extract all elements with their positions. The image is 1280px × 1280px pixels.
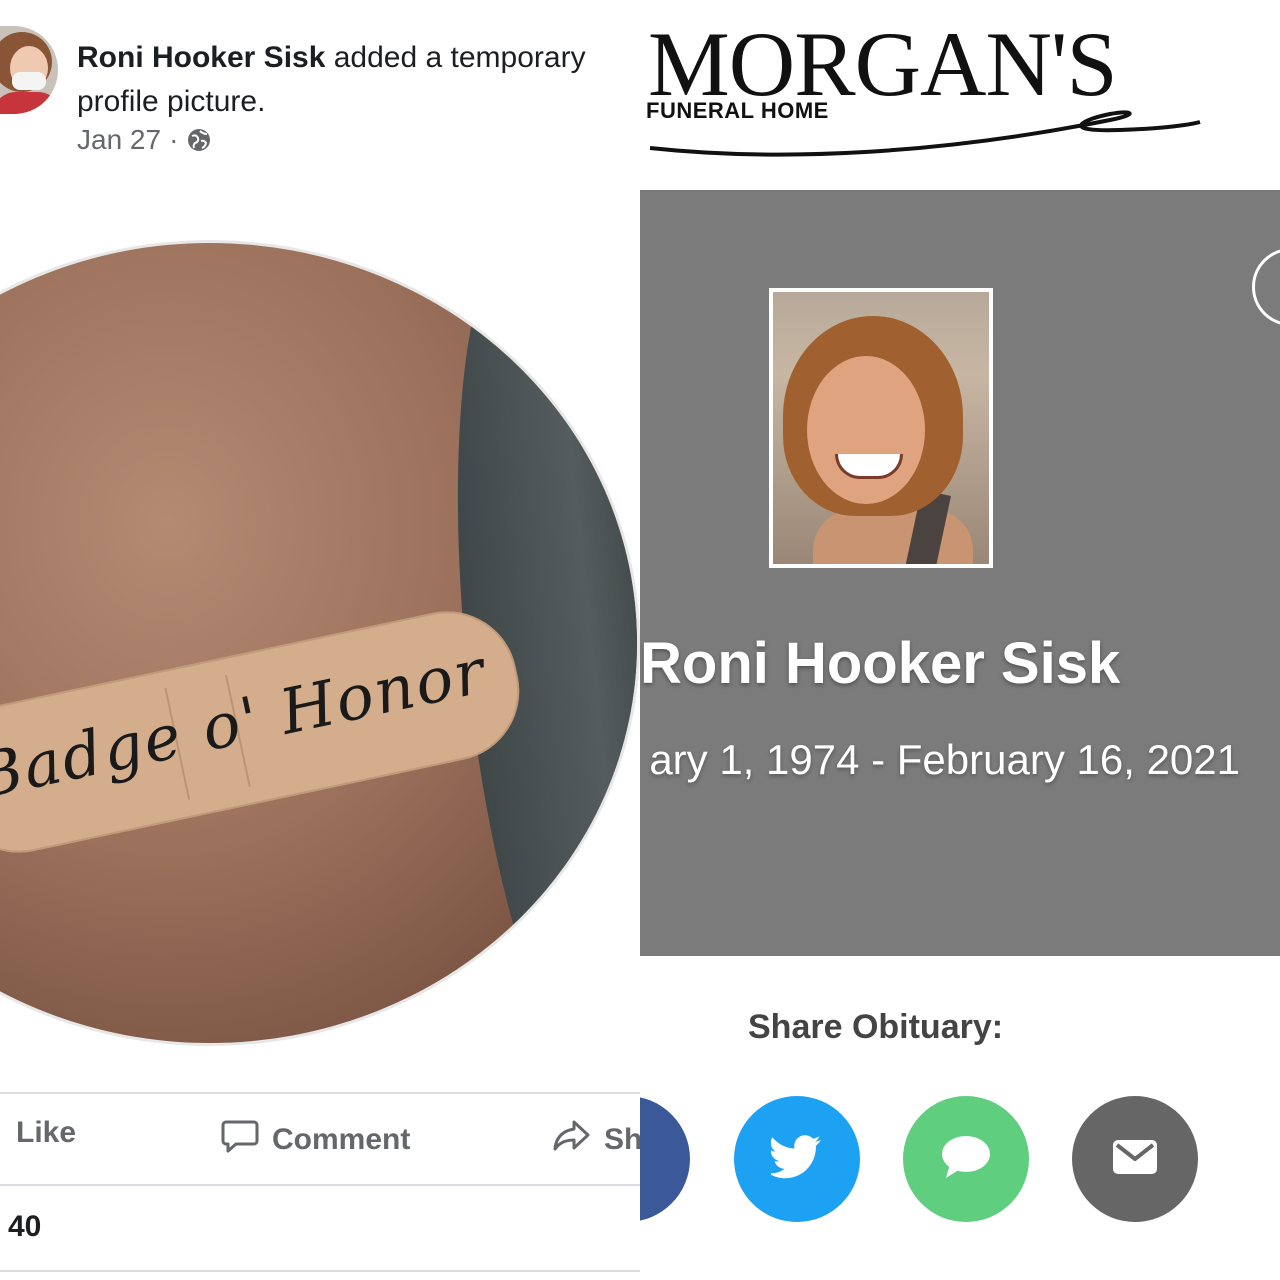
comment-button[interactable]: Comment: [220, 1116, 410, 1164]
post-header: Roni Hooker Sisk added a temporary profi…: [77, 36, 640, 124]
bandage: Badge o' Honor: [0, 598, 533, 866]
meta-separator: ·: [169, 124, 179, 155]
share-label: Sh: [604, 1123, 640, 1156]
obituary-banner: Roni Hooker Sisk ary 1, 1974 - February …: [640, 190, 1280, 956]
divider: [0, 1270, 640, 1272]
logo-subtitle: FUNERAL HOME: [646, 98, 829, 123]
facebook-post: Roni Hooker Sisk added a temporary profi…: [0, 0, 640, 1280]
share-email-button[interactable]: [1072, 1096, 1198, 1222]
like-button[interactable]: Like: [16, 1116, 76, 1150]
obituary-name: Roni Hooker Sisk: [640, 631, 1121, 696]
post-actions-bar: Like Comment Sh: [0, 1092, 640, 1186]
profile-picture-photo[interactable]: Badge o' Honor: [0, 240, 640, 1046]
share-facebook-button[interactable]: [640, 1096, 690, 1222]
author-avatar[interactable]: [0, 26, 58, 114]
post-meta: Jan 27 ·: [77, 124, 212, 156]
globe-icon[interactable]: [186, 127, 212, 153]
envelope-icon: [1112, 1139, 1158, 1180]
share-arrow-icon: [552, 1116, 592, 1164]
comment-icon: [220, 1116, 260, 1164]
post-date[interactable]: Jan 27: [77, 124, 161, 156]
twitter-bird-icon: [768, 1134, 823, 1184]
comment-label: Comment: [272, 1123, 411, 1156]
funeral-home-page: MORGAN'S FUNERAL HOME Roni Hooker Sisk a…: [640, 0, 1280, 1280]
author-name[interactable]: Roni Hooker Sisk: [77, 41, 325, 74]
like-label: Like: [16, 1116, 77, 1149]
obituary-photo[interactable]: [769, 288, 993, 568]
share-obituary-label: Share Obituary:: [748, 1008, 1004, 1046]
share-sms-button[interactable]: [903, 1096, 1029, 1222]
reaction-count[interactable]: 40: [8, 1210, 41, 1244]
obituary-dates: ary 1, 1974 - February 16, 2021: [649, 736, 1240, 783]
share-button[interactable]: Sh: [552, 1116, 640, 1164]
chat-bubble-icon: [940, 1134, 992, 1185]
share-twitter-button[interactable]: [734, 1096, 860, 1222]
carousel-next-control[interactable]: [1252, 248, 1280, 326]
